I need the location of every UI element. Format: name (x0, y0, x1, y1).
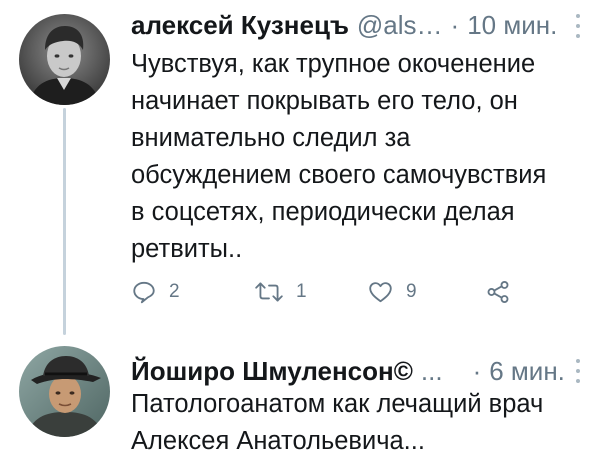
tweet[interactable]: Йоширо Шмуленсон© ... · 6 мин. Патологоа… (0, 335, 604, 463)
tweet-header: алексей Кузнецъ @als… · 10 мин. (131, 6, 574, 44)
timestamp[interactable]: 6 мин. (489, 356, 565, 387)
like-count: 9 (406, 281, 417, 302)
tweet-text: Патологоанатом как лечащий врач Алексея … (131, 390, 544, 455)
tweet-header: Йоширо Шмуленсон© ... · 6 мин. (131, 352, 574, 390)
separator-dot: · (450, 9, 460, 40)
reply-count: 2 (169, 281, 180, 302)
timestamp[interactable]: 10 мин. (467, 10, 557, 41)
like-icon (367, 279, 394, 305)
more-icon[interactable] (574, 14, 582, 38)
tweet[interactable]: алексей Кузнецъ @als… · 10 мин. Чувствуя… (0, 0, 604, 335)
avatar[interactable] (19, 14, 110, 105)
avatar[interactable] (19, 346, 110, 437)
separator-dot: · (472, 355, 482, 386)
share-button[interactable] (485, 272, 511, 312)
retweet-icon (254, 279, 284, 305)
author-name[interactable]: алексей Кузнецъ (131, 10, 349, 41)
more-icon[interactable] (574, 359, 582, 383)
tweet-actions: 2 1 9 (0, 272, 604, 312)
retweet-button[interactable]: 1 (254, 272, 307, 312)
author-handle[interactable]: @als… (357, 10, 443, 41)
reply-icon (131, 279, 157, 305)
reply-button[interactable]: 2 (131, 272, 180, 312)
author-handle[interactable]: ... (421, 356, 443, 387)
retweet-count: 1 (296, 281, 307, 302)
tweet-text: Чувствуя, как трупное окоченение начинае… (131, 50, 547, 263)
share-icon (485, 279, 511, 305)
like-button[interactable]: 9 (367, 272, 417, 312)
author-name[interactable]: Йоширо Шмуленсон© (131, 356, 413, 387)
